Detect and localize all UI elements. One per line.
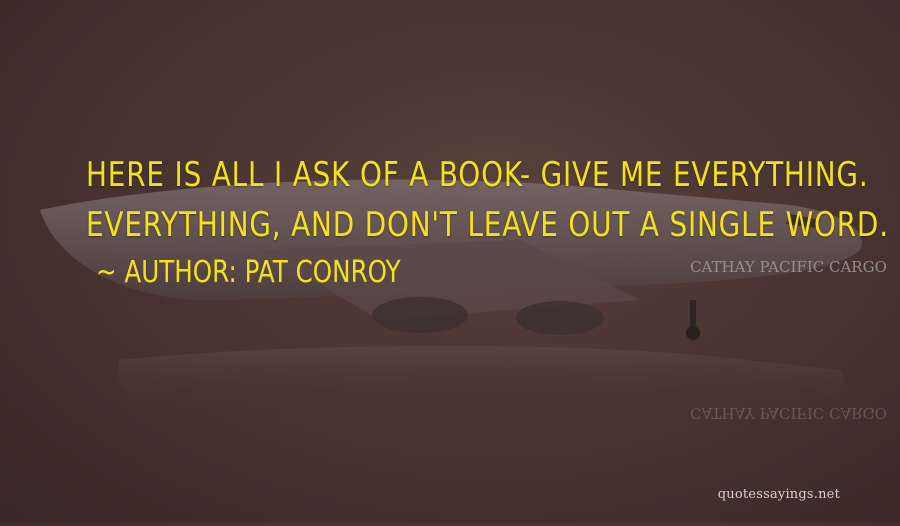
quote-line-1: HERE IS ALL I ASK OF A BOOK- GIVE ME EVE… <box>86 155 869 195</box>
quote-text: HERE IS ALL I ASK OF A BOOK- GIVE ME EVE… <box>86 150 889 250</box>
reflection-livery-text: CATHAY PACIFIC CARGO <box>690 404 887 422</box>
nose-wheel-shape <box>686 326 700 340</box>
nose-gear-shape <box>690 300 696 330</box>
engine-right-shape <box>516 301 604 335</box>
livery-text: CATHAY PACIFIC CARGO <box>690 258 887 276</box>
quote-line-2: EVERYTHING, AND DON'T LEAVE OUT A SINGLE… <box>86 205 889 245</box>
engine-left-shape <box>372 297 468 333</box>
site-watermark: quotessayings.net <box>717 487 840 502</box>
author-credit: ~ AUTHOR: PAT CONROY <box>96 255 401 290</box>
